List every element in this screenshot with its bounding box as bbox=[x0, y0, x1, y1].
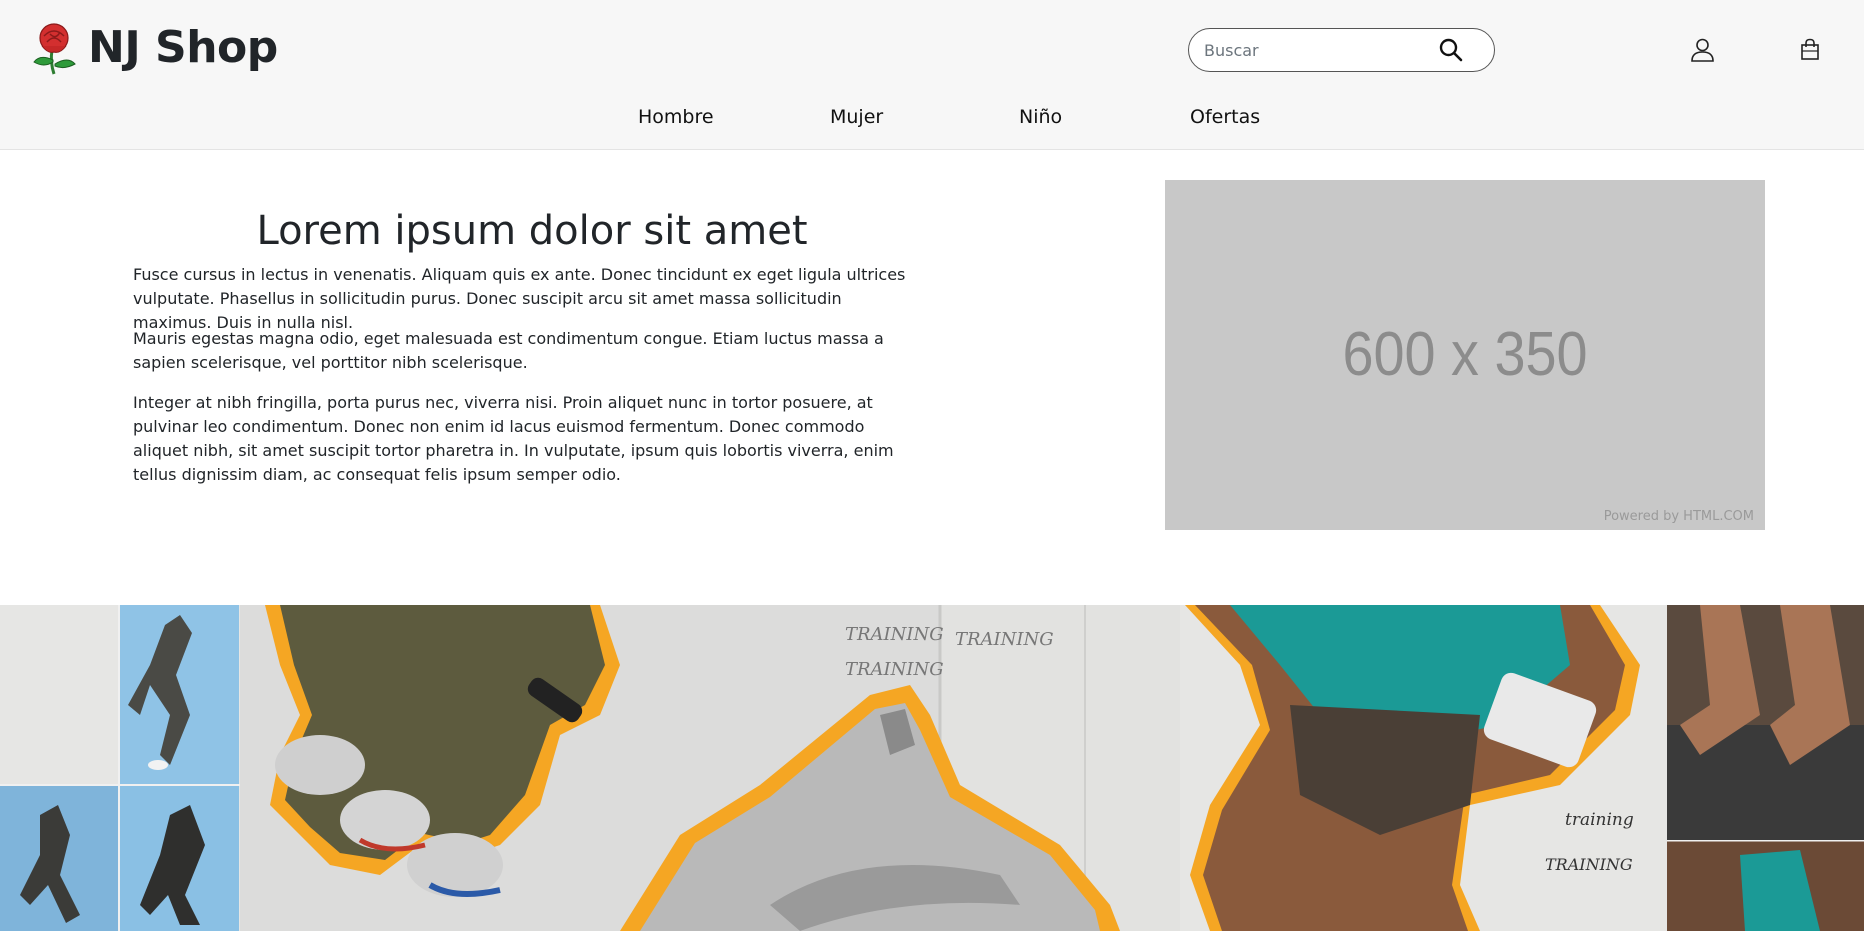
brand-name: NJ Shop bbox=[88, 22, 278, 73]
nav-item-nino[interactable]: Niño bbox=[1019, 105, 1062, 129]
main-nav: Hombre Mujer Niño Ofertas bbox=[0, 105, 1864, 135]
nav-item-mujer[interactable]: Mujer bbox=[830, 105, 883, 129]
site-header: NJ Shop Hombre Mujer Niño Ofertas bbox=[0, 0, 1864, 150]
handwriting: training bbox=[1565, 810, 1634, 830]
nav-item-hombre[interactable]: Hombre bbox=[638, 105, 714, 129]
page-heading: Lorem ipsum dolor sit amet bbox=[256, 208, 808, 254]
placeholder-credit: Powered by HTML.COM bbox=[1603, 509, 1754, 524]
handwriting: TRAINING bbox=[845, 659, 944, 680]
intro-paragraph: Integer at nibh fringilla, porta purus n… bbox=[133, 393, 894, 484]
shopping-bag-icon[interactable] bbox=[1800, 38, 1820, 60]
user-icon[interactable] bbox=[1690, 37, 1715, 62]
handwriting: TRAINING bbox=[955, 629, 1054, 650]
intro-paragraph: Fusce cursus in lectus in venenatis. Ali… bbox=[133, 265, 906, 332]
handwriting: TRAINING bbox=[845, 624, 944, 645]
search-input[interactable] bbox=[1204, 30, 1434, 70]
placeholder-image: 600 x 350 Powered by HTML.COM bbox=[1165, 180, 1765, 530]
rose-icon bbox=[33, 23, 76, 75]
search-box bbox=[1188, 28, 1495, 72]
training-banner-image: TRAINING TRAINING TRAINING training TRAI… bbox=[0, 605, 1864, 931]
nav-item-ofertas[interactable]: Ofertas bbox=[1190, 105, 1260, 129]
intro-paragraph: Mauris egestas magna odio, eget malesuad… bbox=[133, 329, 884, 372]
banner-collage: TRAINING TRAINING TRAINING training TRAI… bbox=[0, 605, 1864, 931]
search-icon[interactable] bbox=[1438, 37, 1464, 63]
handwriting: TRAINING bbox=[1545, 855, 1633, 874]
placeholder-label: 600 x 350 bbox=[1342, 320, 1588, 389]
brand-link[interactable]: NJ Shop bbox=[30, 20, 278, 76]
